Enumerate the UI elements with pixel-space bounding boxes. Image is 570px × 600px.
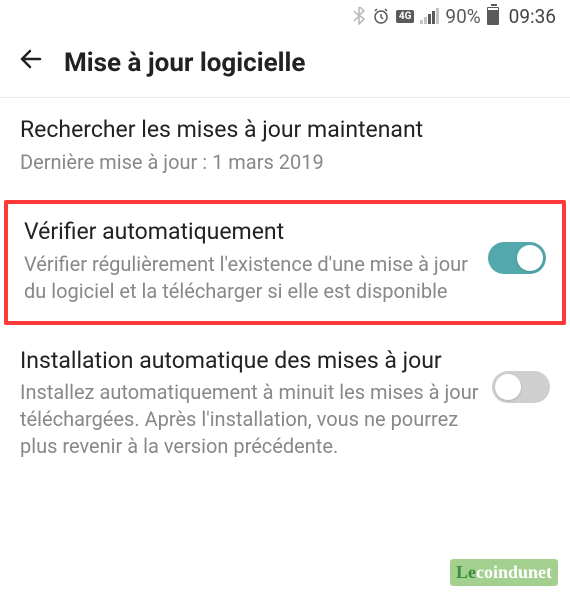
mobile-data-badge: 4G xyxy=(396,10,415,23)
auto-install-updates[interactable]: Installation automatique des mises à jou… xyxy=(0,329,570,481)
battery-percentage: 90% xyxy=(445,5,480,28)
auto-check-toggle[interactable] xyxy=(488,242,546,274)
auto-check-updates[interactable]: Vérifier automatiquement Vérifier réguli… xyxy=(4,200,566,325)
settings-list: Rechercher les mises à jour maintenant D… xyxy=(0,98,570,480)
item-title: Installation automatique des mises à jou… xyxy=(20,347,480,376)
app-header: Mise à jour logicielle xyxy=(0,32,570,98)
check-updates-now[interactable]: Rechercher les mises à jour maintenant D… xyxy=(0,98,570,196)
status-bar: 4G 90% 09:36 xyxy=(0,0,570,32)
item-subtitle: Installez automatiquement à minuit les m… xyxy=(20,379,480,460)
item-title: Rechercher les mises à jour maintenant xyxy=(20,116,538,145)
signal-icon xyxy=(420,8,439,24)
auto-install-toggle[interactable] xyxy=(492,371,550,403)
clock-time: 09:36 xyxy=(509,5,556,28)
alarm-icon xyxy=(372,7,390,25)
item-title: Vérifier automatiquement xyxy=(24,218,476,247)
bluetooth-icon xyxy=(352,7,366,25)
watermark: Lecoindunet xyxy=(450,559,558,586)
item-subtitle: Vérifier régulièrement l'existence d'une… xyxy=(24,251,476,305)
battery-icon xyxy=(487,7,499,25)
item-subtitle: Dernière mise à jour : 1 mars 2019 xyxy=(20,149,538,176)
back-button[interactable] xyxy=(18,46,44,79)
page-title: Mise à jour logicielle xyxy=(64,48,305,78)
